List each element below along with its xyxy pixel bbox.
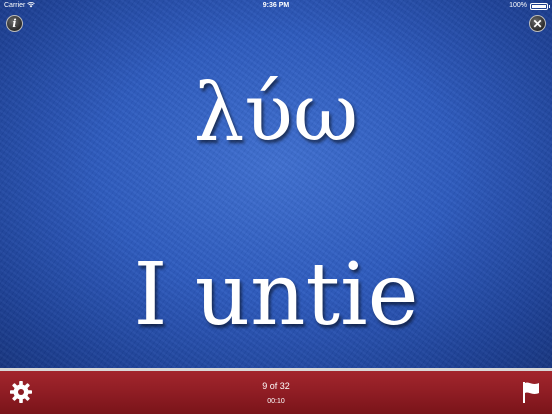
clock: 9:36 PM: [262, 2, 290, 9]
battery-status: 100%: [509, 0, 550, 12]
close-button[interactable]: ✕: [529, 15, 546, 32]
status-bar: Carrier 9:36 PM 100%: [0, 0, 552, 12]
battery-percent: 100%: [509, 2, 527, 9]
session-timer: 00:10: [267, 398, 285, 405]
close-icon: ✕: [532, 16, 543, 31]
card-term: λύω: [193, 66, 359, 159]
footer-bar: 9 of 32 00:10: [0, 368, 552, 414]
flag-button[interactable]: [520, 380, 542, 404]
info-icon: i: [12, 17, 17, 30]
flashcard[interactable]: Carrier 9:36 PM 100% i ✕ λύω I untie: [0, 0, 552, 368]
card-definition: I untie: [133, 245, 419, 345]
battery-icon: [530, 2, 550, 10]
card-progress: 9 of 32: [262, 381, 290, 391]
flag-icon: [523, 382, 539, 403]
info-button[interactable]: i: [6, 15, 23, 32]
